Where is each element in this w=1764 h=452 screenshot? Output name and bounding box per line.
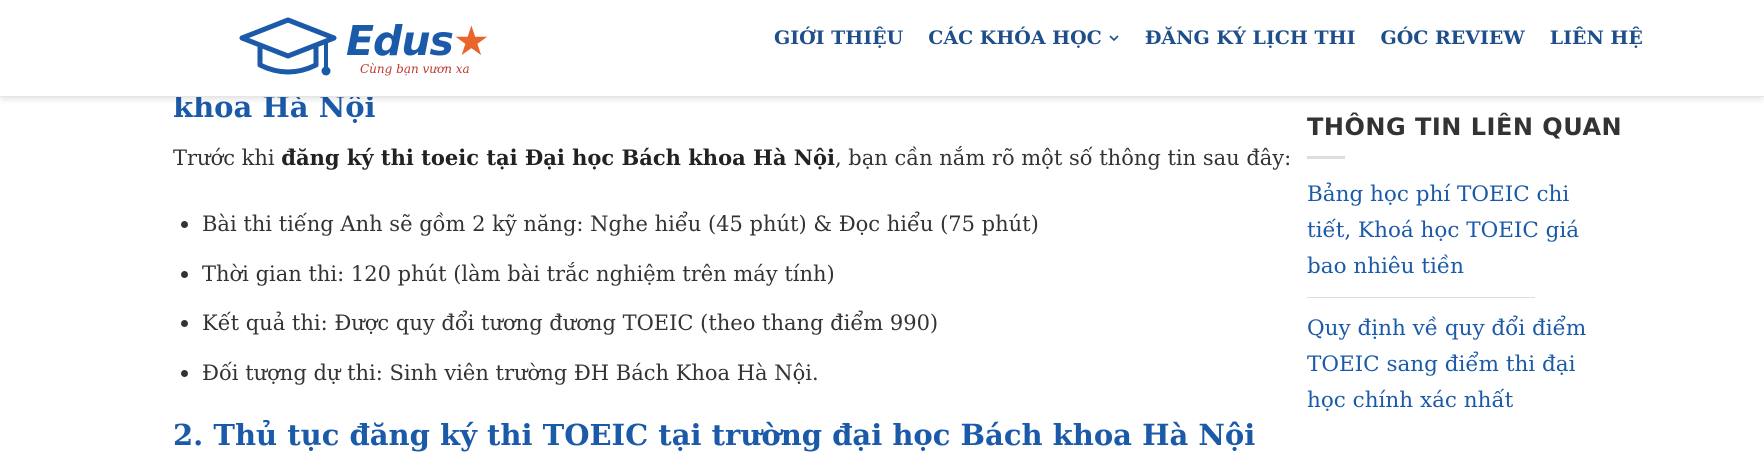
related-link-toeic-fees[interactable]: Bảng học phí TOEIC chi tiết, Khoá học TO…: [1307, 177, 1607, 285]
sidebar-title-underline: [1307, 156, 1345, 159]
section-heading-next: 2. Thủ tục đăng ký thi TOEIC tại trường …: [173, 418, 1256, 452]
list-item: Thời gian thi: 120 phút (làm bài trắc ng…: [173, 250, 1039, 300]
list-item: Đối tượng dự thi: Sinh viên trường ĐH Bá…: [173, 349, 1039, 399]
logo-wordmark: Edus★: [346, 17, 490, 65]
nav-item-gioi-thieu[interactable]: GIỚI THIỆU: [774, 24, 903, 52]
chevron-down-icon: [1109, 35, 1119, 42]
list-item-text: Thời gian thi: 120 phút (làm bài trắc ng…: [202, 261, 835, 286]
intro-suffix: , bạn cần nắm rõ một số thông tin sau đâ…: [834, 146, 1292, 170]
bullet-icon: [181, 320, 188, 327]
star-icon: ★: [452, 17, 490, 65]
bullet-icon: [181, 221, 188, 228]
nav-item-label: ĐĂNG KÝ LỊCH THI: [1144, 27, 1356, 49]
list-item: Bài thi tiếng Anh sẽ gồm 2 kỹ năng: Nghe…: [173, 200, 1039, 250]
sidebar-title: THÔNG TIN LIÊN QUAN: [1307, 113, 1623, 141]
list-item-text: Bài thi tiếng Anh sẽ gồm 2 kỹ năng: Nghe…: [202, 212, 1039, 236]
sidebar-divider: [1307, 297, 1535, 298]
nav-item-label: GIỚI THIỆU: [774, 27, 904, 49]
nav-item-cac-khoa-hoc[interactable]: CÁC KHÓA HỌC: [928, 24, 1120, 52]
nav-item-label: CÁC KHÓA HỌC: [928, 27, 1102, 49]
logo-tagline: Cùng bạn vươn xa: [360, 62, 470, 76]
info-list: Bài thi tiếng Anh sẽ gồm 2 kỹ năng: Nghe…: [173, 200, 1039, 398]
list-item-text: Kết quả thi: Được quy đổi tương đương TO…: [202, 311, 939, 335]
list-item-text: Đối tượng dự thi: Sinh viên trường ĐH Bá…: [202, 360, 819, 385]
list-item: Kết quả thi: Được quy đổi tương đương TO…: [173, 299, 1039, 349]
intro-paragraph: Trước khi đăng ký thi toeic tại Đại học …: [173, 145, 1291, 170]
nav-item-dang-ky-lich-thi[interactable]: ĐĂNG KÝ LỊCH THI: [1145, 24, 1356, 52]
logo-brand-main: Edus: [346, 17, 454, 65]
nav-item-lien-he[interactable]: LIÊN HỆ: [1550, 24, 1643, 52]
site-logo[interactable]: Edus★ Cùng bạn vươn xa: [238, 15, 490, 81]
graduation-cap-icon: [239, 17, 337, 76]
intro-prefix: Trước khi: [173, 146, 282, 170]
intro-bold-keyword: đăng ký thi toeic tại Đại học Bách khoa …: [281, 145, 835, 170]
bullet-icon: [181, 369, 188, 377]
nav-item-label: GÓC REVIEW: [1380, 27, 1525, 49]
main-nav: GIỚI THIỆU CÁC KHÓA HỌC ĐĂNG KÝ LỊCH THI…: [774, 24, 1643, 52]
nav-item-label: LIÊN HỆ: [1549, 27, 1643, 49]
site-header: Edus★ Cùng bạn vươn xa GIỚI THIỆU CÁC KH…: [0, 0, 1764, 97]
nav-item-goc-review[interactable]: GÓC REVIEW: [1380, 24, 1524, 52]
related-link-toeic-conversion[interactable]: Quy định về quy đổi điểm TOEIC sang điểm…: [1307, 311, 1607, 419]
bullet-icon: [181, 270, 188, 278]
